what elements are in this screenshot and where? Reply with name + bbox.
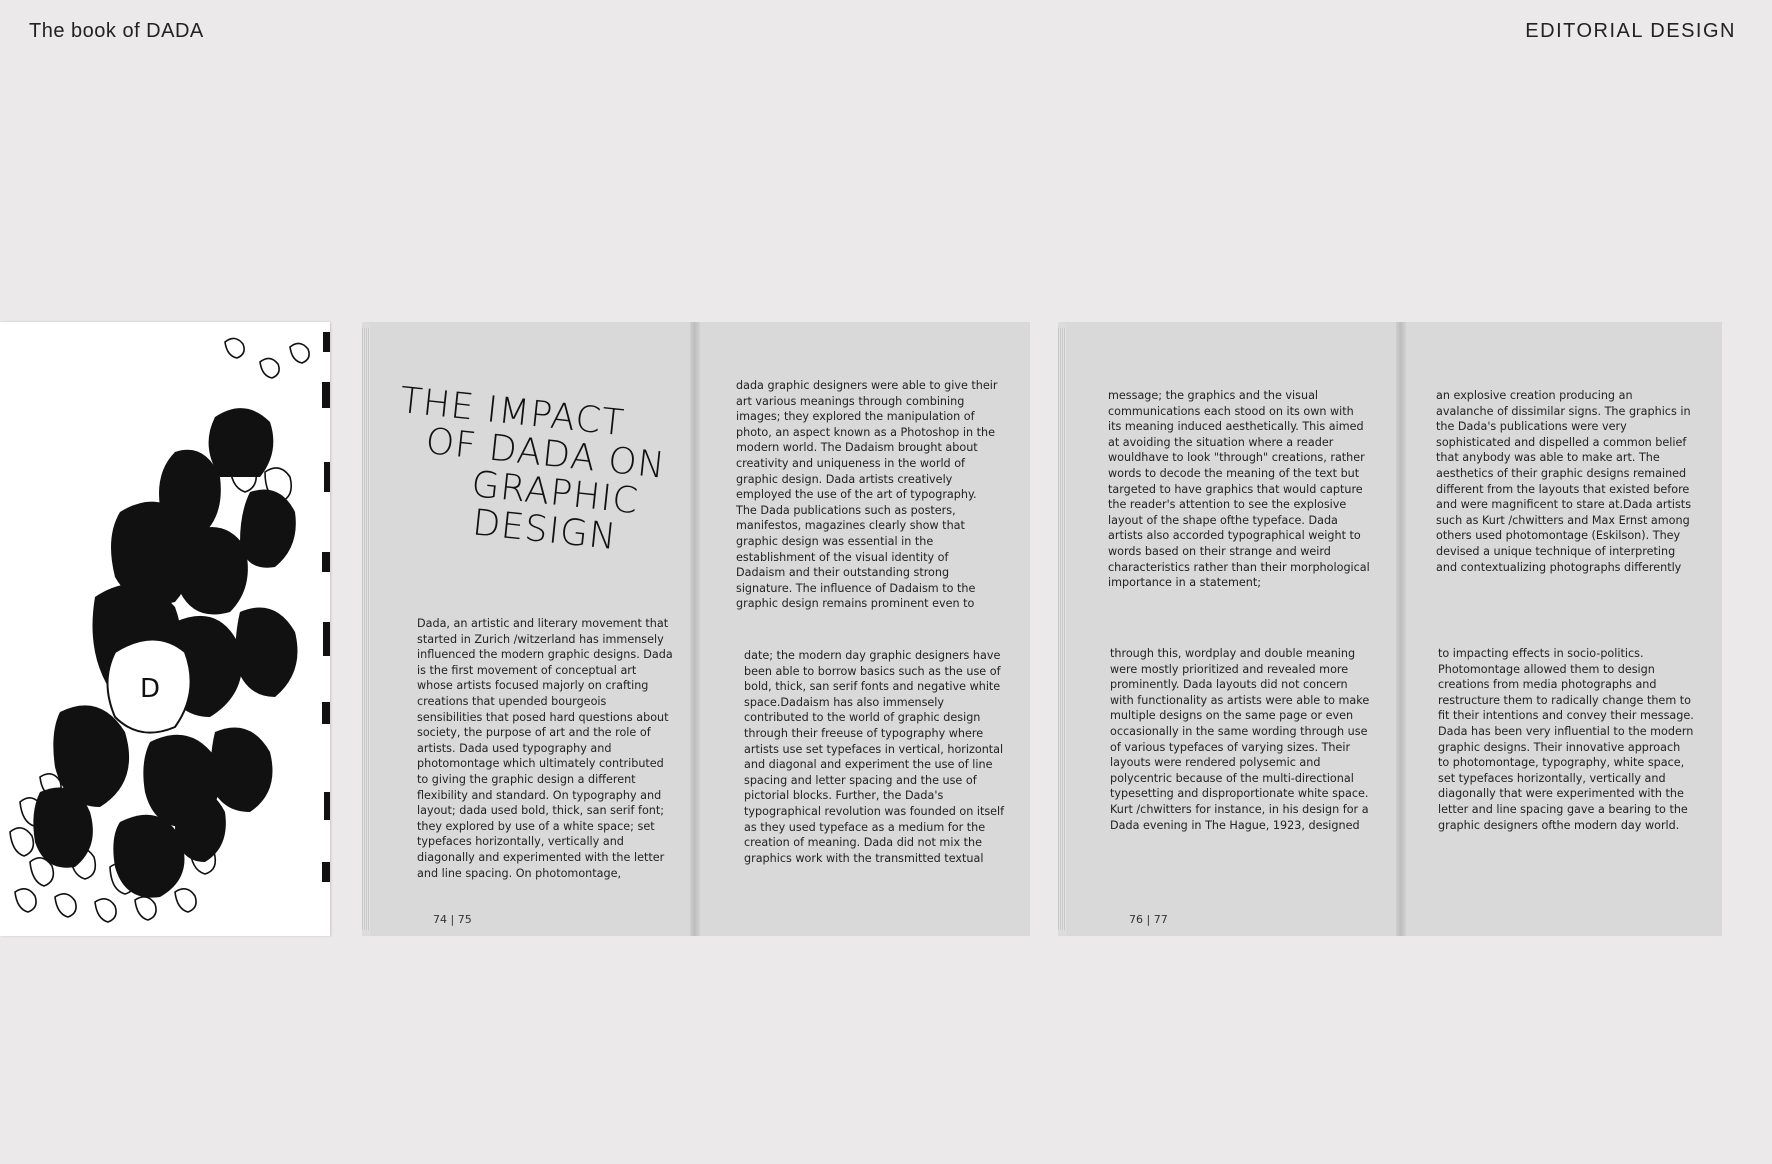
body-column: through this, wordplay and double meanin…: [1110, 647, 1370, 832]
body-column: dada graphic designers were able to give…: [736, 379, 998, 611]
page-number: 74 | 75: [433, 913, 472, 926]
cover-artwork: D: [9, 332, 330, 923]
book-gutter: [1396, 322, 1406, 936]
book-gutter: [690, 322, 700, 936]
spread-76-77: message; the graphics and the visual com…: [1058, 322, 1722, 936]
page-edges: [362, 328, 370, 930]
page-74: THE IMPACT OF DADA ON GRAPHIC DESIGN Dad…: [370, 322, 690, 936]
page-77: an explosive creation producing an avala…: [1406, 322, 1722, 936]
body-column: an explosive creation producing an avala…: [1436, 389, 1692, 574]
body-column: date; the modern day graphic designers h…: [744, 649, 1005, 865]
svg-text:D: D: [140, 674, 160, 704]
page-number: 76 | 77: [1129, 913, 1168, 926]
body-column: to impacting effects in socio-politics. …: [1438, 647, 1694, 832]
book-cover: D: [0, 322, 330, 936]
page-75: dada graphic designers were able to give…: [700, 322, 1030, 936]
body-column: Dada, an artistic and literary movement …: [417, 617, 673, 880]
site-title: The book of DADA: [29, 20, 204, 42]
section-title: EDITORIAL DESIGN: [1525, 20, 1736, 42]
page-76: message; the graphics and the visual com…: [1066, 322, 1396, 936]
page-edges: [1058, 328, 1066, 930]
spread-74-75: THE IMPACT OF DADA ON GRAPHIC DESIGN Dad…: [362, 322, 1030, 936]
article-title: THE IMPACT OF DADA ON GRAPHIC DESIGN: [386, 380, 680, 562]
body-column: message; the graphics and the visual com…: [1108, 389, 1370, 590]
